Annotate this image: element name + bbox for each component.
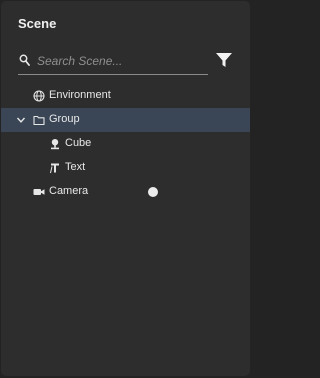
search-input[interactable] [37,51,205,71]
tree-item-label: Group [49,113,80,125]
text-object-icon [50,163,59,174]
scene-panel: Scene Environment Group [1,1,250,376]
tree-item-group[interactable]: Group [1,108,250,132]
search-icon [19,54,30,66]
tree-item-label: Camera [49,185,89,197]
search-bar [18,49,208,75]
tree-item-label: Environment [49,89,111,101]
filter-icon[interactable] [215,51,233,69]
globe-icon [33,90,45,102]
scene-tree: Environment Group Cube Text Camera [1,84,250,204]
model-icon [51,139,59,150]
tree-item-text[interactable]: Text [1,156,250,180]
tree-item-environment[interactable]: Environment [1,84,250,108]
chevron-down-icon[interactable] [16,115,26,125]
folder-icon [33,115,45,126]
tree-item-label: Cube [65,137,92,149]
camera-icon [33,189,45,195]
tree-item-cube[interactable]: Cube [1,132,250,156]
tree-item-camera[interactable]: Camera [1,180,250,204]
tree-item-label: Text [65,161,86,173]
panel-title: Scene [18,16,57,31]
active-indicator-dot[interactable] [148,187,158,197]
